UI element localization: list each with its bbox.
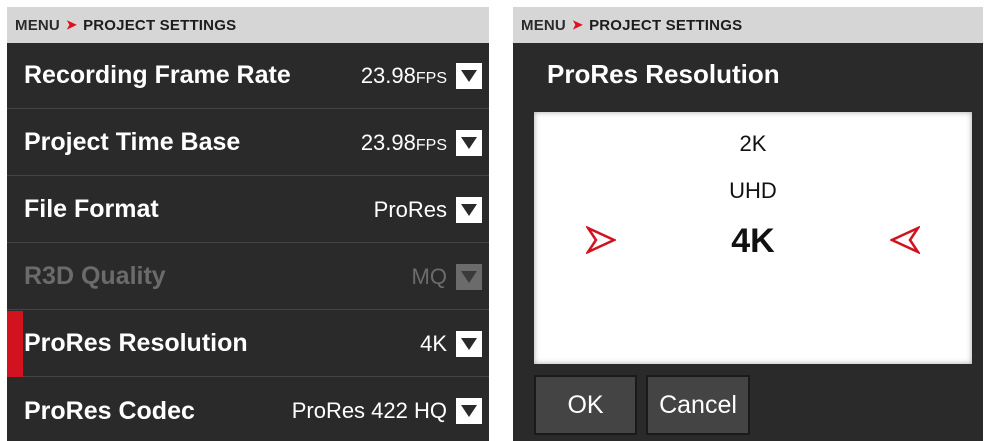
row-label: File Format	[24, 195, 159, 223]
arrow-right-outline-icon	[586, 226, 616, 254]
row-value: 4K	[420, 330, 447, 356]
menu-row-prores-resolution[interactable]: ProRes Resolution 4K	[7, 311, 489, 377]
row-value: ProRes	[373, 196, 447, 222]
picker-option[interactable]: 2K	[534, 131, 972, 157]
resolution-picker[interactable]: 2K UHD 4K	[534, 112, 972, 364]
menu-row-file-format[interactable]: File Format ProRes	[7, 177, 489, 243]
chevron-down-icon[interactable]	[456, 330, 482, 357]
row-value: MQ	[411, 263, 447, 289]
row-label: R3D Quality	[24, 262, 166, 290]
chevron-down-icon[interactable]	[456, 196, 482, 223]
row-label: Project Time Base	[24, 128, 241, 156]
row-label: ProRes Resolution	[24, 329, 248, 357]
breadcrumb: MENU ➤ PROJECT SETTINGS	[513, 7, 983, 43]
row-value: 23.98FPS	[360, 62, 447, 88]
picker-option[interactable]: UHD	[534, 178, 972, 204]
breadcrumb-menu[interactable]: MENU	[15, 17, 60, 34]
breadcrumb-menu[interactable]: MENU	[521, 17, 566, 34]
dialog-title: ProRes Resolution	[547, 59, 780, 89]
breadcrumb: MENU ➤ PROJECT SETTINGS	[7, 7, 489, 43]
project-settings-menu: MENU ➤ PROJECT SETTINGS Recording Frame …	[7, 7, 489, 441]
breadcrumb-separator-icon: ➤	[571, 17, 584, 32]
menu-row-r3d-quality: R3D Quality MQ	[7, 244, 489, 310]
row-label: Recording Frame Rate	[24, 61, 291, 89]
row-value: ProRes 422 HQ	[291, 398, 447, 423]
arrow-left-outline-icon	[890, 226, 920, 254]
breadcrumb-separator-icon: ➤	[65, 17, 78, 32]
row-label: ProRes Codec	[24, 396, 195, 425]
menu-row-prores-codec[interactable]: ProRes Codec ProRes 422 HQ	[7, 378, 489, 441]
chevron-down-icon	[456, 263, 482, 290]
ok-button[interactable]: OK	[534, 375, 637, 435]
breadcrumb-current: PROJECT SETTINGS	[589, 16, 743, 34]
chevron-down-icon[interactable]	[456, 398, 482, 424]
breadcrumb-current: PROJECT SETTINGS	[83, 16, 237, 34]
cancel-button[interactable]: Cancel	[646, 375, 750, 435]
prores-resolution-dialog: MENU ➤ PROJECT SETTINGS ProRes Resolutio…	[513, 7, 983, 441]
chevron-down-icon[interactable]	[456, 62, 482, 89]
row-value: 23.98FPS	[360, 129, 447, 155]
menu-row-project-time-base[interactable]: Project Time Base 23.98FPS	[7, 110, 489, 176]
chevron-down-icon[interactable]	[456, 129, 482, 156]
selection-indicator	[7, 311, 23, 377]
menu-row-recording-frame-rate[interactable]: Recording Frame Rate 23.98FPS	[7, 43, 489, 109]
